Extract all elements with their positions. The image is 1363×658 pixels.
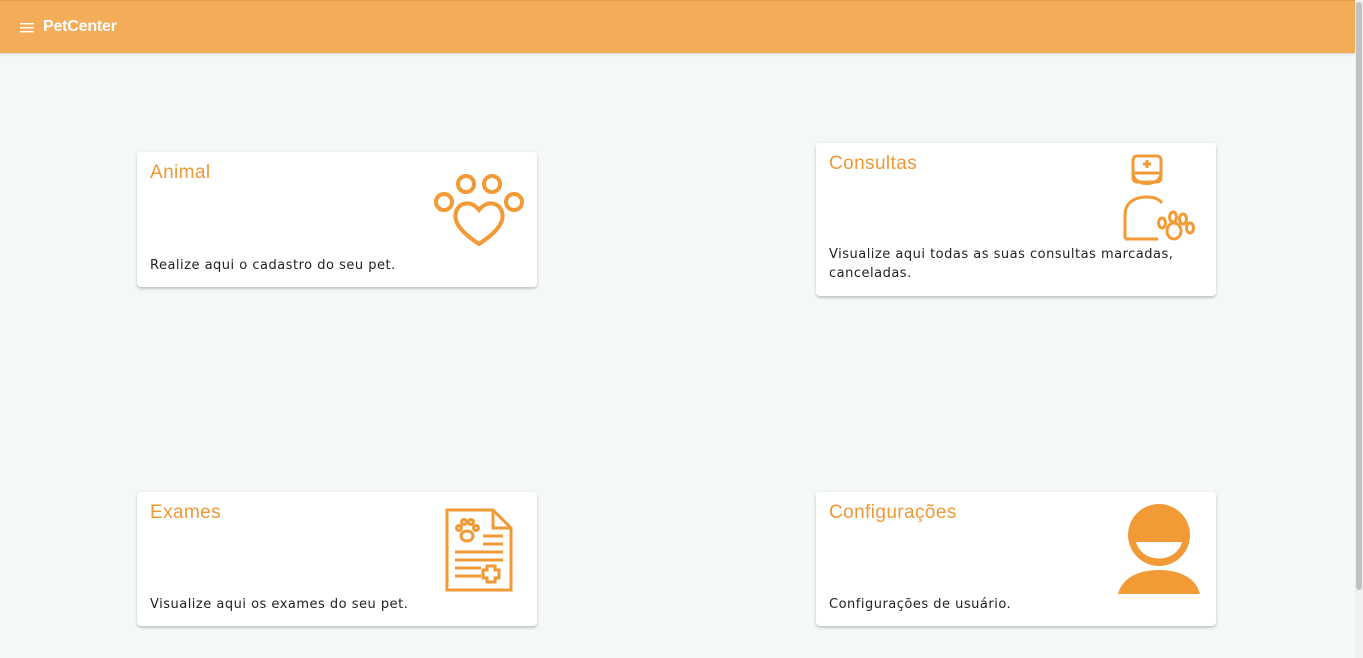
card-configuracoes[interactable]: Configurações Configurações de usuário. — [816, 492, 1216, 626]
page-scrollbar[interactable] — [1355, 0, 1363, 658]
card-title: Animal — [150, 162, 211, 183]
card-consultas[interactable]: Consultas Visualize aqui todas as suas c… — [816, 143, 1216, 296]
card-description: Realize aqui o cadastro do seu pet. — [150, 258, 396, 273]
card-title: Configurações — [829, 502, 957, 523]
veterinarian-icon — [1123, 154, 1195, 241]
user-avatar-icon — [1118, 504, 1200, 594]
app-title: PetCenter — [43, 18, 117, 35]
card-title: Consultas — [829, 153, 918, 174]
card-description: Visualize aqui todas as suas consultas m… — [829, 247, 1174, 281]
medical-report-icon — [445, 508, 513, 592]
card-title: Exames — [150, 502, 222, 523]
card-description: Visualize aqui os exames do seu pet. — [150, 597, 409, 612]
paw-heart-icon — [434, 174, 524, 247]
scrollbar-thumb[interactable] — [1356, 2, 1362, 590]
card-animal[interactable]: Animal Realize aqui o cadastro do seu pe… — [137, 152, 537, 287]
hamburger-menu-icon[interactable] — [18, 18, 36, 36]
card-description: Configurações de usuário. — [829, 597, 1012, 612]
top-app-bar: PetCenter — [0, 0, 1355, 53]
card-exames[interactable]: Exames Visualize aqui os exames do seu p… — [137, 492, 537, 626]
